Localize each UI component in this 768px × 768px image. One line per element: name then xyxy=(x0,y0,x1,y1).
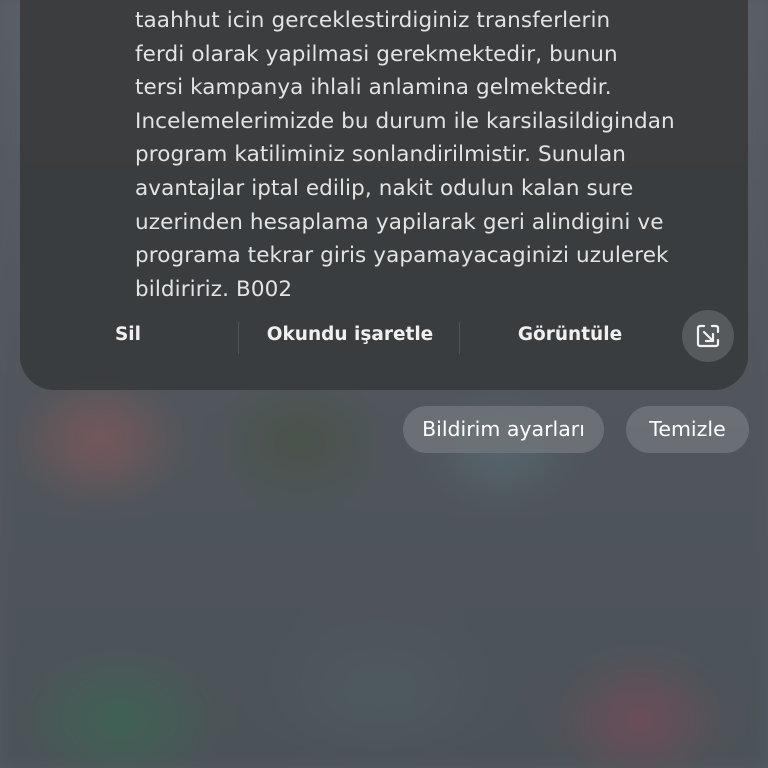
message-line: uzerinden hesaplama yapilarak geri alind… xyxy=(135,209,664,235)
message-line: programa tekrar giris yapamayacaginizi u… xyxy=(135,243,669,269)
message-line: tersi kampanya ihlali anlamina gelmekted… xyxy=(135,75,612,101)
message-line: Incelemelerimizde bu durum ile karsilasi… xyxy=(135,108,675,134)
view-button[interactable]: Görüntüle xyxy=(480,320,660,350)
notification-settings-button[interactable]: Bildirim ayarları xyxy=(403,406,604,453)
notification-message: taahhut icin gerceklestirdiginiz transfe… xyxy=(135,4,695,306)
message-line: avantajlar iptal edilip, nakit odulun ka… xyxy=(135,175,634,201)
message-line: ferdi olarak yapilmasi gerekmektedir, bu… xyxy=(135,41,618,67)
notification-action-row: Sil Okundu işaretle Görüntüle xyxy=(20,300,748,370)
clear-all-button[interactable]: Temizle xyxy=(626,406,749,453)
delete-button[interactable]: Sil xyxy=(68,320,188,350)
mark-as-read-button[interactable]: Okundu işaretle xyxy=(240,320,460,350)
message-line: taahhut icin gerceklestirdiginiz transfe… xyxy=(135,8,611,33)
open-in-app-icon xyxy=(696,324,720,348)
notification-card[interactable]: taahhut icin gerceklestirdiginiz transfe… xyxy=(20,0,748,390)
action-divider xyxy=(459,322,460,354)
message-line: program katiliminiz sonlandirilmistir. S… xyxy=(135,142,626,168)
open-in-app-button[interactable] xyxy=(682,310,734,362)
action-divider xyxy=(238,322,239,354)
